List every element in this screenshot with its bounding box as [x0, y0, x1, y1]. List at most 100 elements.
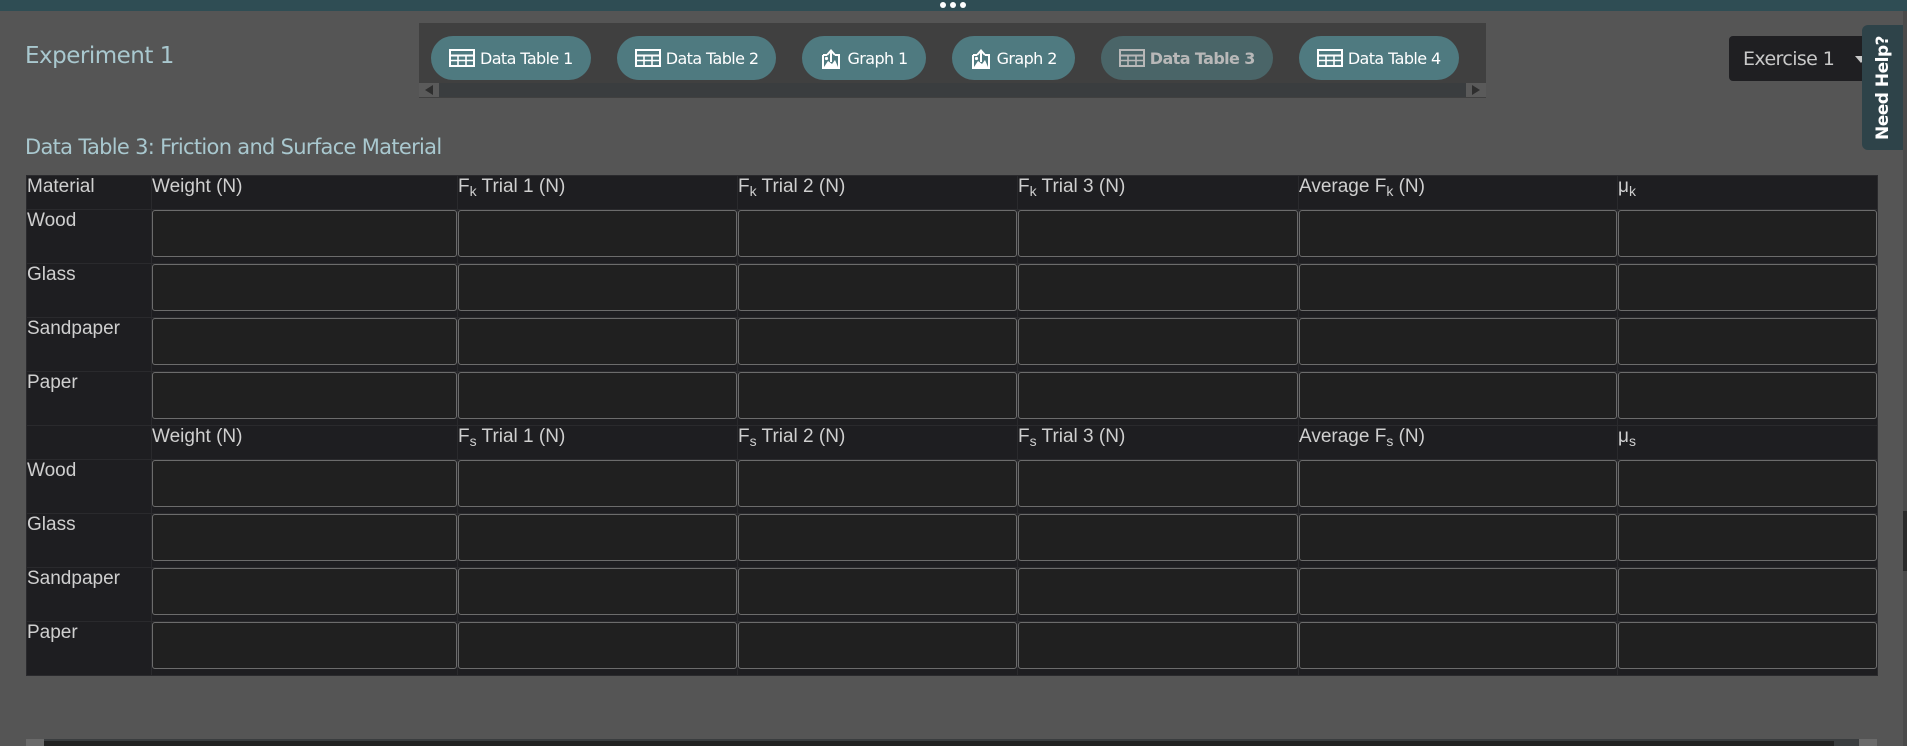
static-paper-mu-input[interactable] — [1618, 622, 1877, 669]
hscroll-left-arrow-icon[interactable] — [26, 739, 44, 746]
kinetic-weight-cell — [151, 209, 458, 264]
static-sandpaper-trial3-input[interactable] — [1018, 568, 1298, 615]
kinetic-wood-mu-input[interactable] — [1618, 210, 1877, 257]
vertical-scrollbar[interactable] — [1903, 11, 1907, 746]
static-wood-trial2-input[interactable] — [738, 460, 1017, 507]
tab-strip-scrollbar[interactable] — [419, 83, 1486, 97]
scroll-right-arrow-icon[interactable] — [1466, 83, 1486, 97]
kinetic-trial3-cell — [1017, 317, 1299, 372]
static-wood-trial3-input[interactable] — [1018, 460, 1298, 507]
kinetic-wood-average-input[interactable] — [1299, 210, 1617, 257]
static-paper-average-input[interactable] — [1299, 622, 1617, 669]
static-glass-trial1-input[interactable] — [458, 514, 737, 561]
static-mu-cell — [1617, 459, 1878, 514]
header-base-text: μ — [1618, 426, 1629, 447]
kinetic-glass-weight-input[interactable] — [152, 264, 457, 311]
kinetic-wood-trial1-input[interactable] — [458, 210, 737, 257]
static-trial1-cell — [457, 459, 738, 514]
tab-graph-1[interactable]: Graph 1 — [802, 36, 926, 80]
kinetic-glass-mu-input[interactable] — [1618, 264, 1877, 311]
static-average-cell — [1298, 513, 1618, 568]
kinetic-glass-average-input[interactable] — [1299, 264, 1617, 311]
static-weight-cell — [151, 459, 458, 514]
kinetic-average-cell — [1298, 371, 1618, 426]
kinetic-paper-mu-input[interactable] — [1618, 372, 1877, 419]
kinetic-sandpaper-mu-input[interactable] — [1618, 318, 1877, 365]
kinetic-paper-trial2-input[interactable] — [738, 372, 1017, 419]
static-paper-weight-input[interactable] — [152, 622, 457, 669]
kinetic-trial3-cell — [1017, 371, 1299, 426]
kinetic-sandpaper-trial1-input[interactable] — [458, 318, 737, 365]
kinetic-sandpaper-average-input[interactable] — [1299, 318, 1617, 365]
header-subscript: k — [1029, 183, 1037, 199]
kinetic-trial2-cell — [737, 209, 1018, 264]
kinetic-glass-trial1-input[interactable] — [458, 264, 737, 311]
kinetic-wood-weight-input[interactable] — [152, 210, 457, 257]
static-sandpaper-mu-input[interactable] — [1618, 568, 1877, 615]
horizontal-scrollbar[interactable] — [26, 739, 1877, 746]
header-subscript: k — [1628, 183, 1636, 199]
header-subscript: s — [1029, 433, 1037, 449]
kinetic-wood-trial2-input[interactable] — [738, 210, 1017, 257]
kinetic-glass-trial2-input[interactable] — [738, 264, 1017, 311]
kinetic-trial1-column-header: Fk Trial 1 (N) — [457, 175, 738, 210]
tab-label: Graph 1 — [847, 48, 908, 68]
static-row-paper: Paper — [26, 621, 1878, 676]
tab-data-table-3[interactable]: Data Table 3 — [1100, 36, 1273, 80]
kinetic-sandpaper-weight-input[interactable] — [152, 318, 457, 365]
header-subscript: k — [749, 183, 757, 199]
static-glass-average-input[interactable] — [1299, 514, 1617, 561]
static-glass-weight-input[interactable] — [152, 514, 457, 561]
static-glass-mu-input[interactable] — [1618, 514, 1877, 561]
header-base-text: F — [738, 426, 750, 447]
header-base-text: μ — [1618, 176, 1629, 197]
drag-handle-dots-icon[interactable] — [940, 1, 966, 9]
static-weight-column-header: Weight (N) — [151, 425, 458, 460]
hscroll-right-arrow-icon[interactable] — [1859, 739, 1877, 746]
kinetic-trial2-column-header: Fk Trial 2 (N) — [737, 175, 1018, 210]
scroll-left-arrow-icon[interactable] — [419, 83, 439, 97]
static-paper-trial2-input[interactable] — [738, 622, 1017, 669]
static-row-glass: Glass — [26, 513, 1878, 568]
tab-data-table-4[interactable]: Data Table 4 — [1298, 36, 1459, 80]
kinetic-sandpaper-trial3-input[interactable] — [1018, 318, 1298, 365]
horizontal-scrollbar-thumb[interactable] — [44, 741, 1834, 746]
static-glass-trial2-input[interactable] — [738, 514, 1017, 561]
kinetic-wood-trial3-input[interactable] — [1018, 210, 1298, 257]
static-wood-average-input[interactable] — [1299, 460, 1617, 507]
material-label: Wood — [26, 209, 152, 264]
static-glass-trial3-input[interactable] — [1018, 514, 1298, 561]
static-mu-cell — [1617, 621, 1878, 676]
kinetic-glass-trial3-input[interactable] — [1018, 264, 1298, 311]
tab-graph-2[interactable]: Graph 2 — [951, 36, 1075, 80]
static-trial3-column-header: Fs Trial 3 (N) — [1017, 425, 1299, 460]
static-trial2-cell — [737, 567, 1018, 622]
tab-label: Data Table 4 — [1347, 48, 1441, 68]
static-sandpaper-trial1-input[interactable] — [458, 568, 737, 615]
tab-label: Data Table 1 — [480, 48, 573, 68]
static-sandpaper-weight-input[interactable] — [152, 568, 457, 615]
static-paper-trial1-input[interactable] — [458, 622, 737, 669]
exercise-select[interactable]: Exercise 1 — [1729, 36, 1870, 81]
header-subscript: s — [469, 433, 477, 449]
kinetic-paper-trial1-input[interactable] — [458, 372, 737, 419]
need-help-button[interactable]: Need Help? — [1862, 25, 1903, 150]
header-base-text: F — [458, 426, 470, 447]
static-wood-trial1-input[interactable] — [458, 460, 737, 507]
static-wood-weight-input[interactable] — [152, 460, 457, 507]
kinetic-paper-weight-input[interactable] — [152, 372, 457, 419]
tab-data-table-1[interactable]: Data Table 1 — [431, 36, 591, 80]
static-paper-trial3-input[interactable] — [1018, 622, 1298, 669]
static-row-wood: Wood — [26, 459, 1878, 514]
vertical-scrollbar-thumb[interactable] — [1903, 511, 1907, 571]
tab-data-table-2[interactable]: Data Table 2 — [616, 36, 777, 80]
kinetic-paper-average-input[interactable] — [1299, 372, 1617, 419]
static-wood-mu-input[interactable] — [1618, 460, 1877, 507]
kinetic-average-cell — [1298, 317, 1618, 372]
kinetic-sandpaper-trial2-input[interactable] — [738, 318, 1017, 365]
static-sandpaper-trial2-input[interactable] — [738, 568, 1017, 615]
kinetic-mu-cell — [1617, 209, 1878, 264]
static-sandpaper-average-input[interactable] — [1299, 568, 1617, 615]
kinetic-trial3-cell — [1017, 263, 1299, 318]
kinetic-paper-trial3-input[interactable] — [1018, 372, 1298, 419]
